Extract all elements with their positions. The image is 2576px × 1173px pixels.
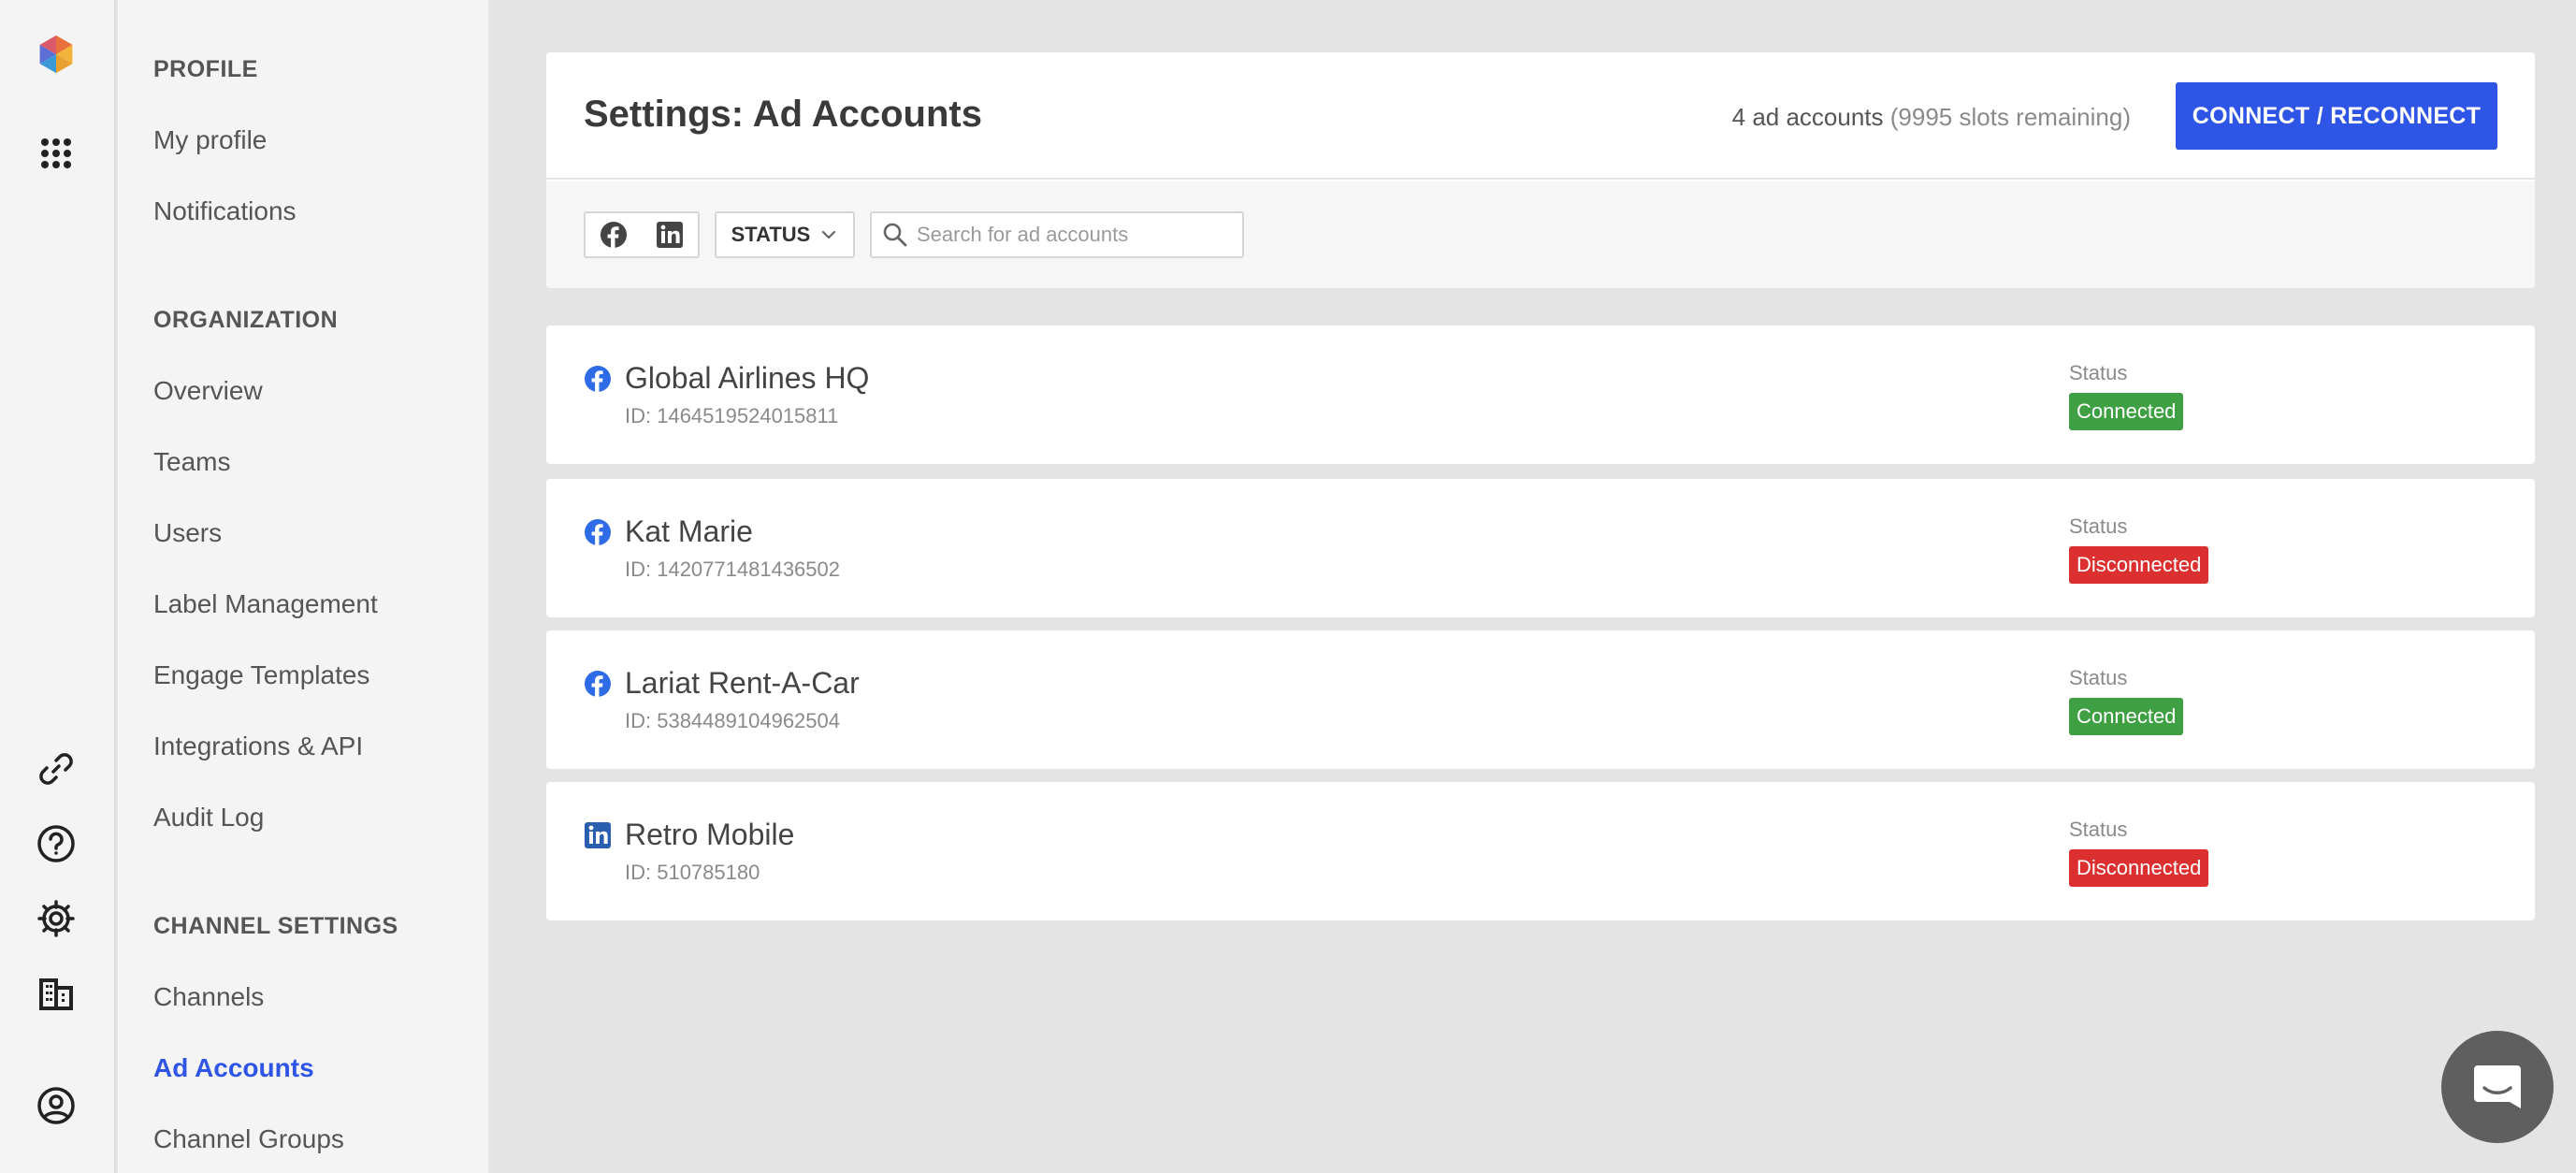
search-icon — [883, 223, 907, 247]
ad-account-count: 4 ad accounts (9995 slots remaining) — [1732, 103, 2131, 132]
chat-launcher-button[interactable] — [2441, 1031, 2554, 1143]
status-label: Status — [2069, 361, 2128, 384]
section-heading-channel-settings: CHANNEL SETTINGS — [153, 913, 398, 939]
search-input[interactable] — [917, 223, 1235, 247]
section-heading-organization: ORGANIZATION — [153, 307, 339, 333]
ad-account-id: ID: 510785180 — [625, 861, 760, 884]
ad-account-row[interactable]: Kat Marie ID: 1420771481436502 Status Di… — [546, 479, 2535, 617]
ad-account-name: Lariat Rent-A-Car — [625, 666, 860, 700]
filter-bar: STATUS — [546, 181, 2535, 288]
sidebar-item-label-management[interactable]: Label Management — [153, 589, 378, 619]
chat-bubble-icon — [2474, 1065, 2521, 1108]
chevron-down-icon — [822, 230, 836, 239]
apps-grid-icon[interactable] — [34, 131, 79, 176]
ad-account-row[interactable]: Retro Mobile ID: 510785180 Status Discon… — [546, 782, 2535, 920]
ad-account-id: ID: 1420771481436502 — [625, 558, 840, 581]
gear-icon[interactable] — [34, 896, 79, 941]
app-logo-icon[interactable] — [34, 32, 79, 77]
settings-sidebar: PROFILE My profile Notifications ORGANIZ… — [118, 0, 488, 1173]
header-card: Settings: Ad Accounts 4 ad accounts (999… — [546, 52, 2535, 288]
sidebar-item-notifications[interactable]: Notifications — [153, 196, 297, 226]
sidebar-item-audit-log[interactable]: Audit Log — [153, 803, 264, 833]
facebook-filter-button[interactable] — [586, 213, 642, 256]
header-top: Settings: Ad Accounts 4 ad accounts (999… — [546, 52, 2535, 180]
facebook-icon — [584, 518, 612, 546]
status-badge: Connected — [2069, 393, 2184, 430]
linkedin-filter-button[interactable] — [642, 213, 698, 256]
ad-account-row[interactable]: Lariat Rent-A-Car ID: 5384489104962504 S… — [546, 630, 2535, 769]
building-icon[interactable] — [34, 971, 79, 1016]
sidebar-item-integrations-api[interactable]: Integrations & API — [153, 731, 363, 761]
status-label: Status — [2069, 666, 2128, 689]
slots-remaining-text: (9995 slots remaining) — [1889, 103, 2131, 131]
section-heading-profile: PROFILE — [153, 56, 258, 82]
ad-account-id: ID: 5384489104962504 — [625, 709, 840, 732]
icon-rail — [0, 0, 116, 1173]
ad-account-name: Retro Mobile — [625, 818, 795, 851]
search-box — [870, 211, 1244, 258]
user-circle-icon[interactable] — [34, 1083, 79, 1128]
network-filter-group — [584, 211, 700, 258]
account-count-text: 4 ad accounts — [1731, 103, 1884, 131]
ad-account-name: Global Airlines HQ — [625, 361, 870, 395]
sidebar-item-channel-groups[interactable]: Channel Groups — [153, 1124, 344, 1154]
facebook-icon — [584, 365, 612, 393]
status-filter-label: STATUS — [731, 223, 811, 246]
status-badge: Connected — [2069, 698, 2184, 735]
linkedin-icon — [584, 821, 612, 849]
link-icon[interactable] — [34, 746, 79, 791]
ad-account-name: Kat Marie — [625, 514, 753, 548]
status-filter-dropdown[interactable]: STATUS — [715, 211, 855, 258]
page-title: Settings: Ad Accounts — [584, 94, 982, 135]
ad-account-row[interactable]: Global Airlines HQ ID: 1464519524015811 … — [546, 326, 2535, 464]
connect-reconnect-button[interactable]: CONNECT / RECONNECT — [2176, 82, 2497, 150]
ad-account-id: ID: 1464519524015811 — [625, 404, 839, 427]
linkedin-icon — [657, 222, 683, 248]
status-badge: Disconnected — [2069, 849, 2209, 887]
sidebar-item-ad-accounts[interactable]: Ad Accounts — [153, 1053, 314, 1083]
sidebar-item-engage-templates[interactable]: Engage Templates — [153, 660, 369, 690]
sidebar-item-users[interactable]: Users — [153, 518, 222, 548]
sidebar-item-my-profile[interactable]: My profile — [153, 125, 267, 155]
status-label: Status — [2069, 818, 2128, 841]
facebook-icon — [584, 670, 612, 698]
help-icon[interactable] — [34, 821, 79, 866]
facebook-icon — [601, 222, 627, 248]
status-label: Status — [2069, 514, 2128, 538]
sidebar-item-channels[interactable]: Channels — [153, 982, 264, 1012]
sidebar-item-overview[interactable]: Overview — [153, 376, 263, 406]
status-badge: Disconnected — [2069, 546, 2209, 584]
sidebar-item-teams[interactable]: Teams — [153, 447, 230, 477]
